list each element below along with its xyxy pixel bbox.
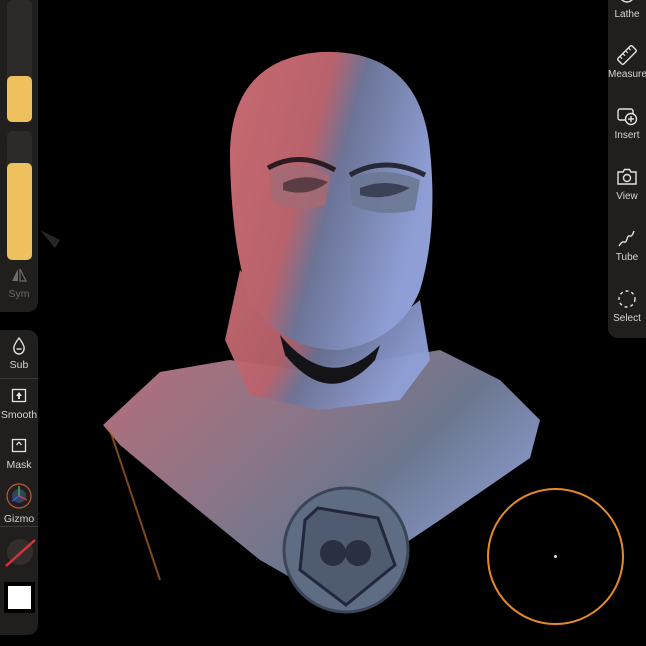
sym-label: Sym <box>8 288 30 300</box>
lasso-icon <box>618 290 636 308</box>
tool-view[interactable]: View <box>608 166 646 202</box>
sym-toggle[interactable]: Sym <box>0 265 38 300</box>
radius-slider[interactable] <box>7 0 32 122</box>
tube-icon <box>618 230 635 247</box>
tool-lathe-label: Lathe <box>614 9 640 20</box>
tool-mask[interactable]: Mask <box>0 436 38 471</box>
camera-icon <box>617 168 637 185</box>
intensity-slider[interactable] <box>7 131 32 260</box>
tool-lathe[interactable]: Lathe <box>608 0 646 20</box>
tool-insert[interactable]: Insert <box>608 105 646 141</box>
right-toolbar: Lathe Measure Insert View Tube Select <box>608 0 646 338</box>
color-picker[interactable] <box>4 582 35 613</box>
left-toolbar-sliders: Sym <box>0 0 38 312</box>
tool-smooth[interactable]: Smooth <box>0 386 38 421</box>
drop-minus-icon <box>13 336 25 355</box>
material-picker[interactable] <box>3 535 37 569</box>
tool-view-label: View <box>616 191 638 202</box>
tool-tube-label: Tube <box>615 252 639 263</box>
color-swatch <box>8 586 31 609</box>
tool-gizmo-label: Gizmo <box>3 513 35 525</box>
tool-select[interactable]: Select <box>608 288 646 324</box>
divider <box>0 378 38 379</box>
tool-smooth-label: Smooth <box>0 409 38 421</box>
insert-icon <box>617 108 638 126</box>
tool-mask-label: Mask <box>6 459 32 471</box>
smooth-icon <box>11 388 27 403</box>
tool-select-label: Select <box>613 313 641 324</box>
symmetry-icon <box>12 268 27 282</box>
material-none-icon <box>5 539 36 567</box>
brush-center-dot <box>554 555 557 558</box>
ruler-icon <box>617 45 637 65</box>
radius-slider-fill <box>7 76 32 122</box>
divider <box>0 526 38 527</box>
gizmo-icon <box>6 483 32 509</box>
tool-insert-label: Insert <box>614 130 640 141</box>
tool-measure-label: Measure <box>608 69 646 80</box>
chest-emblem <box>282 486 410 614</box>
tool-sub[interactable]: Sub <box>0 336 38 371</box>
intensity-slider-fill <box>7 163 32 260</box>
mask-icon <box>11 438 27 453</box>
tool-gizmo[interactable]: Gizmo <box>0 482 38 525</box>
tool-tube[interactable]: Tube <box>608 227 646 263</box>
tool-sub-label: Sub <box>9 359 29 371</box>
lathe-icon <box>621 0 633 3</box>
left-toolbar-tools: Sub Smooth Mask Gizmo <box>0 330 38 635</box>
tool-measure[interactable]: Measure <box>608 44 646 80</box>
